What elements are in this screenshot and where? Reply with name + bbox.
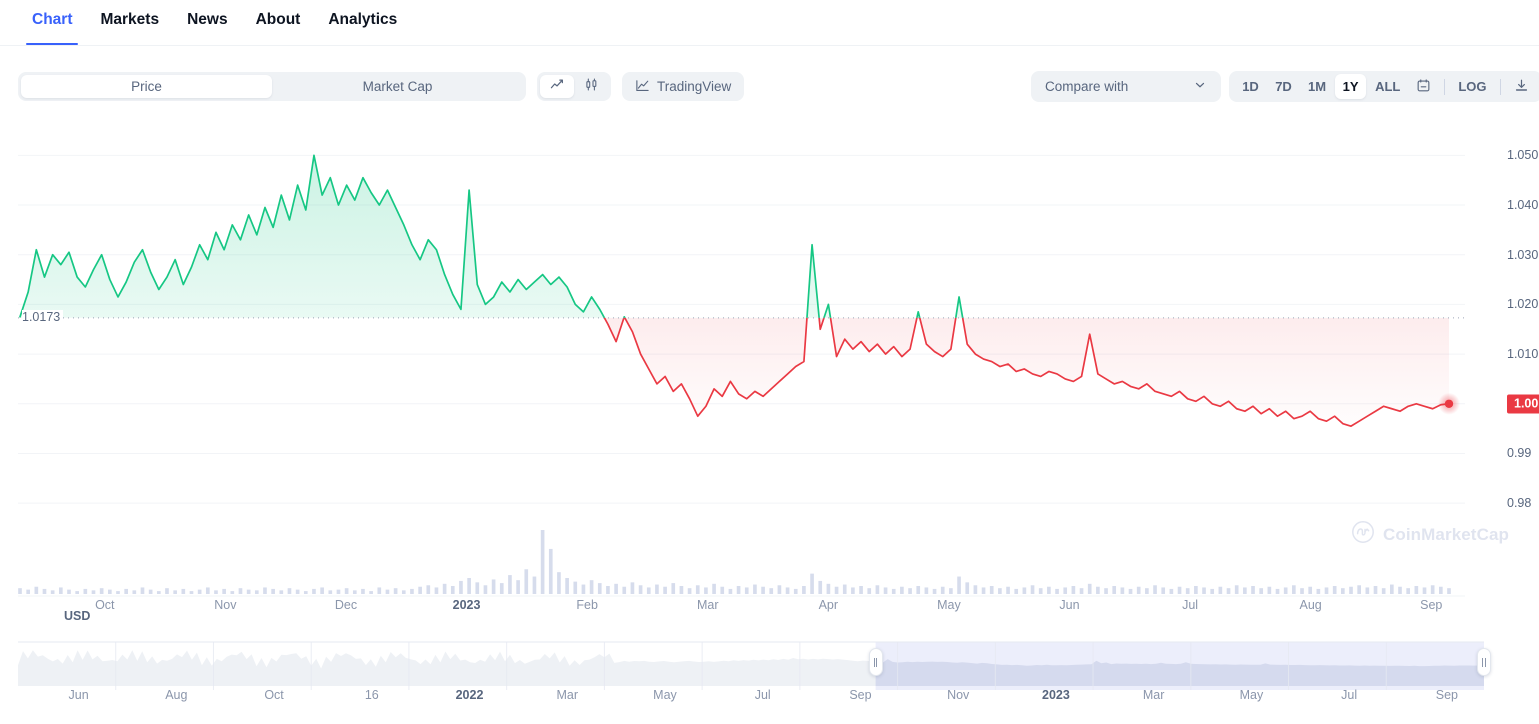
y-axis-tick: 1.030 — [1507, 248, 1538, 262]
y-axis-tick: 1.020 — [1507, 297, 1538, 311]
calendar-button[interactable] — [1409, 74, 1438, 99]
tradingview-button[interactable]: TradingView — [622, 72, 744, 101]
chart-range-navigator[interactable] — [18, 634, 1484, 690]
price-toggle-label: Price — [131, 79, 162, 94]
navigator-left-handle[interactable] — [869, 648, 883, 676]
navigator-svg — [18, 634, 1484, 690]
tab-news-label: News — [187, 11, 228, 28]
time-range-selector: 1D 7D 1M 1Y ALL LOG — [1229, 71, 1539, 102]
price-marketcap-toggle: Price Market Cap — [18, 72, 526, 101]
navigator-x-axis-tick: Oct — [264, 688, 283, 702]
navigator-x-axis-tick: Sep — [849, 688, 871, 702]
navigator-x-axis: Jun Aug Oct 16 2022 Mar May Jul Sep Nov 2023 Mar May… — [18, 688, 1484, 710]
line-chart-button[interactable] — [540, 75, 574, 98]
download-icon — [1514, 78, 1529, 96]
range-1y-label: 1Y — [1343, 79, 1359, 94]
compare-with-dropdown[interactable]: Compare with — [1031, 71, 1221, 102]
drag-handle-icon — [1485, 658, 1486, 667]
market-cap-toggle-button[interactable]: Market Cap — [272, 75, 523, 98]
chart-toolbar: Price Market Cap — [0, 46, 1539, 126]
log-scale-label: LOG — [1458, 79, 1486, 94]
range-7d-button[interactable]: 7D — [1268, 74, 1299, 99]
x-axis-tick: 2023 — [453, 598, 481, 612]
range-1d-button[interactable]: 1D — [1235, 74, 1266, 99]
candlestick-chart-icon — [584, 77, 599, 97]
toolbar-divider — [1500, 79, 1501, 95]
x-axis-tick: Mar — [697, 598, 719, 612]
x-axis-tick: Sep — [1420, 598, 1442, 612]
tab-analytics-label: Analytics — [328, 11, 397, 28]
tab-markets-label: Markets — [100, 11, 159, 28]
navigator-x-axis-tick: 16 — [365, 688, 379, 702]
range-1m-button[interactable]: 1M — [1301, 74, 1333, 99]
current-price-badge: 1.00 — [1507, 394, 1539, 413]
range-all-label: ALL — [1375, 79, 1400, 94]
tab-chart[interactable]: Chart — [18, 0, 86, 45]
toolbar-divider — [1444, 79, 1445, 95]
drag-handle-icon — [876, 658, 877, 667]
x-axis-tick: Aug — [1300, 598, 1322, 612]
x-axis-tick: Jul — [1182, 598, 1198, 612]
tab-about[interactable]: About — [242, 0, 315, 45]
y-axis-tick: 1.040 — [1507, 198, 1538, 212]
log-scale-button[interactable]: LOG — [1451, 74, 1493, 99]
candlestick-chart-button[interactable] — [574, 75, 608, 98]
navigator-x-axis-tick: Sep — [1436, 688, 1458, 702]
chart-type-toggle — [537, 72, 611, 101]
tab-news[interactable]: News — [173, 0, 242, 45]
drag-handle-icon — [1482, 658, 1483, 667]
x-axis-tick: Jun — [1059, 598, 1079, 612]
chart-plot-area[interactable] — [18, 128, 1465, 598]
download-button[interactable] — [1507, 74, 1536, 99]
x-axis-tick: Feb — [576, 598, 598, 612]
baseline-price-label: 1.0173 — [22, 310, 63, 324]
y-axis-tick: 0.98 — [1507, 496, 1531, 510]
x-axis-tick: Oct — [95, 598, 114, 612]
navigator-x-axis-tick: May — [1240, 688, 1264, 702]
chart-svg — [18, 128, 1465, 598]
y-axis-tick: 1.010 — [1507, 347, 1538, 361]
tab-about-label: About — [256, 11, 301, 28]
navigator-x-axis-tick: May — [653, 688, 677, 702]
navigator-right-handle[interactable] — [1477, 648, 1491, 676]
tab-markets[interactable]: Markets — [86, 0, 173, 45]
price-chart: 1.0173 CoinMarketCap 1.0501.0401.0301.02… — [18, 128, 1521, 598]
y-axis-tick: 0.99 — [1507, 446, 1531, 460]
navigator-x-axis-tick: Nov — [947, 688, 969, 702]
line-chart-icon — [550, 77, 565, 97]
navigator-x-axis-tick: Aug — [165, 688, 187, 702]
navigator-x-axis-tick: Mar — [1143, 688, 1165, 702]
tradingview-label: TradingView — [657, 79, 731, 94]
range-1d-label: 1D — [1242, 79, 1259, 94]
x-axis-tick: May — [937, 598, 961, 612]
tab-chart-label: Chart — [32, 11, 72, 28]
range-all-button[interactable]: ALL — [1368, 74, 1407, 99]
navigator-x-axis-tick: Jul — [1341, 688, 1357, 702]
x-axis-tick: Apr — [819, 598, 838, 612]
tradingview-icon — [635, 78, 650, 96]
price-toggle-button[interactable]: Price — [21, 75, 272, 98]
navigator-x-axis-tick: Jul — [755, 688, 771, 702]
x-axis: Oct Nov Dec 2023 Feb Mar Apr May Jun Jul Aug Sep — [18, 598, 1465, 620]
drag-handle-icon — [874, 658, 875, 667]
calendar-icon — [1416, 78, 1431, 96]
range-7d-label: 7D — [1275, 79, 1292, 94]
compare-with-label: Compare with — [1045, 79, 1193, 94]
navigator-x-axis-tick: Mar — [556, 688, 578, 702]
x-axis-tick: Dec — [335, 598, 357, 612]
y-axis: 1.0501.0401.0301.0201.0101.0000.990.981.… — [1465, 128, 1521, 598]
x-axis-tick: Nov — [214, 598, 236, 612]
chevron-down-icon — [1193, 78, 1207, 95]
page-tabs: Chart Markets News About Analytics — [0, 0, 1539, 46]
market-cap-toggle-label: Market Cap — [363, 79, 433, 94]
range-1m-label: 1M — [1308, 79, 1326, 94]
range-1y-button[interactable]: 1Y — [1335, 74, 1366, 99]
navigator-x-axis-tick: Jun — [69, 688, 89, 702]
y-axis-tick: 1.050 — [1507, 148, 1538, 162]
navigator-x-axis-tick: 2022 — [456, 688, 484, 702]
tab-analytics[interactable]: Analytics — [314, 0, 411, 45]
navigator-x-axis-tick: 2023 — [1042, 688, 1070, 702]
